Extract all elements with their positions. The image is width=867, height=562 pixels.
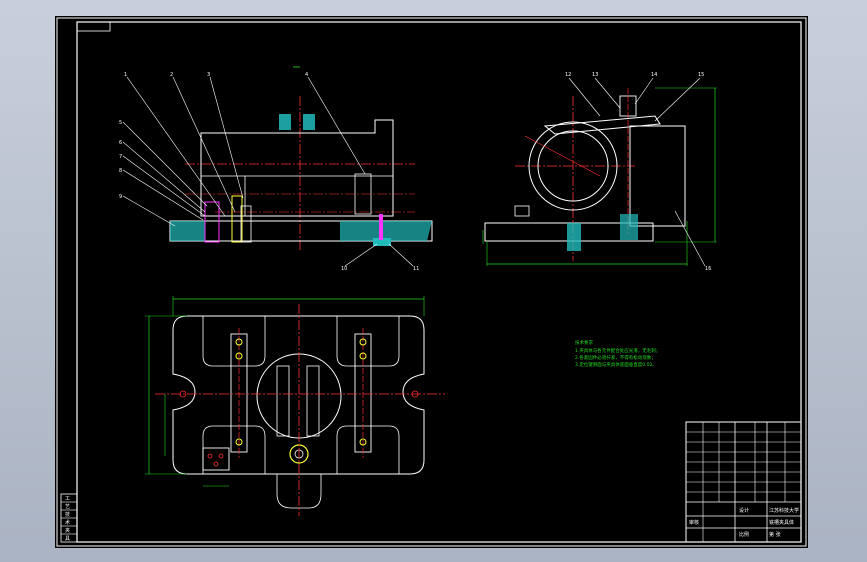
balloon-9: 9 — [119, 194, 122, 200]
notes-title: 技术要求 — [575, 339, 593, 346]
cad-drawing: 工 艺 技 术 夹 具 1 2 3 4 5 6 7 8 9 10 11 12 1… — [56, 17, 807, 547]
side-strip-text-5: 具 — [65, 536, 70, 542]
balloon-8: 8 — [119, 168, 122, 174]
outer-frame — [56, 17, 807, 547]
notes-line-3: 3.定位键侧面与夹具体底面垂直度0.02。 — [575, 361, 657, 368]
balloon-2: 2 — [170, 72, 173, 78]
side-strip-text-4: 夹 — [65, 527, 70, 534]
balloon-12: 12 — [565, 72, 571, 78]
drawing-number-box — [76, 21, 111, 32]
balloon-4: 4 — [305, 72, 308, 78]
school-name: 江苏科技大学 — [769, 507, 799, 514]
technical-notes: 技术要求 1.夹具体与各元件配合处应光滑，无毛刺； 2.各紧固件必须拧紧，不得有… — [575, 339, 660, 368]
balloon-6: 6 — [119, 140, 122, 146]
balloon-16: 16 — [705, 266, 711, 272]
side-strip: 工 艺 技 术 夹 具 — [60, 493, 78, 543]
checker-label: 审核 — [689, 519, 699, 526]
balloon-11: 11 — [413, 266, 419, 272]
balloon-13: 13 — [592, 72, 598, 78]
side-strip-text-0: 工 — [65, 496, 70, 502]
side-strip-text-1: 艺 — [65, 504, 70, 510]
inner-frame — [76, 21, 802, 543]
balloon-10: 10 — [341, 266, 347, 272]
front-view: 1 2 3 4 5 6 7 8 9 10 11 — [119, 66, 433, 272]
drawing-name: 铣槽夹具体 — [769, 519, 794, 526]
side-view: 12 13 14 15 16 — [482, 72, 717, 272]
sheet-label: 第 张 — [769, 531, 781, 538]
drawing-sheet: 工 艺 技 术 夹 具 1 2 3 4 5 6 7 8 9 10 11 12 1… — [55, 16, 808, 548]
designer-label: 设计 — [739, 507, 749, 514]
top-view — [145, 296, 445, 516]
title-block: 设计 江苏科技大学 铣槽夹具体 审核 比例 第 张 — [685, 421, 802, 543]
balloon-5: 5 — [119, 120, 122, 126]
scale-label: 比例 — [739, 531, 749, 538]
balloon-15: 15 — [698, 72, 704, 78]
balloon-1: 1 — [124, 72, 127, 78]
notes-line-2: 2.各紧固件必须拧紧，不得有松动现象； — [575, 354, 656, 361]
balloon-14: 14 — [651, 72, 657, 78]
side-strip-text-3: 术 — [65, 519, 70, 526]
balloon-3: 3 — [207, 72, 210, 78]
balloon-7: 7 — [119, 154, 122, 160]
side-strip-text-2: 技 — [65, 511, 70, 518]
notes-line-1: 1.夹具体与各元件配合处应光滑，无毛刺； — [575, 347, 660, 354]
